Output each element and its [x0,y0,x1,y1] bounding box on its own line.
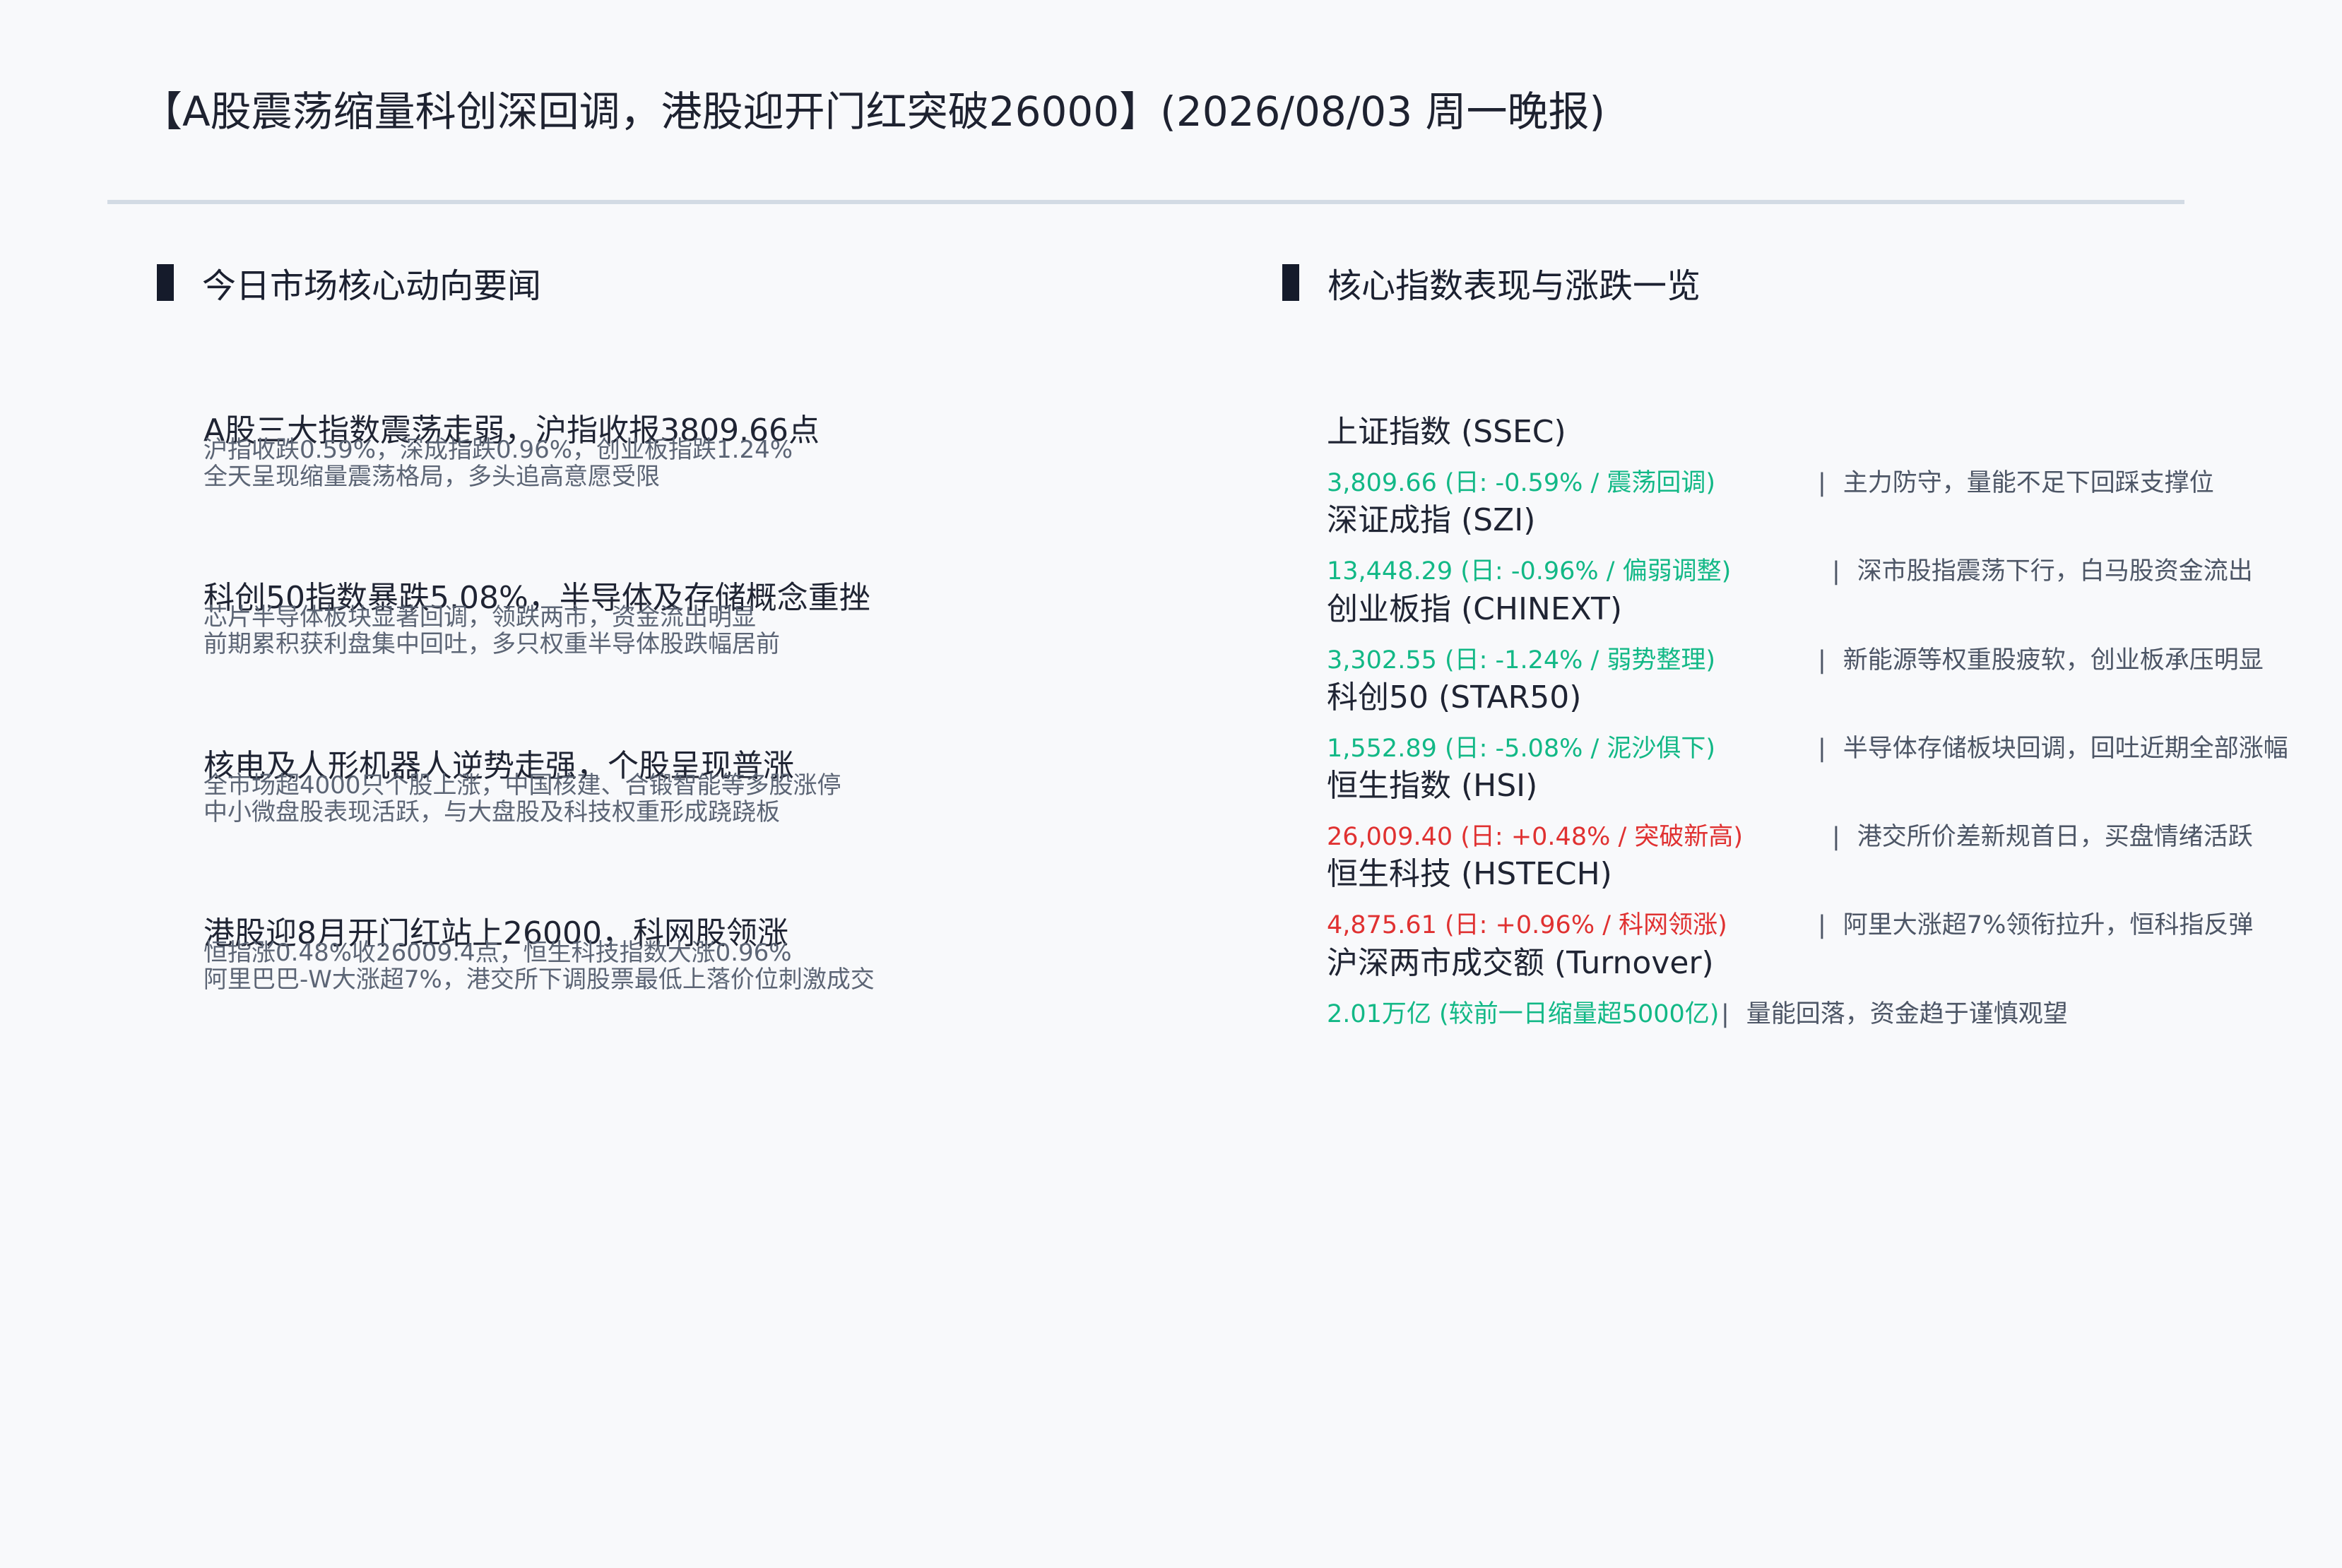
index-note: 阿里大涨超7%领衔拉升，恒科指反弹 [1843,911,2254,939]
separator: | [1818,469,1826,497]
index-note: 半导体存储板块回调，回吐近期全部涨幅 [1843,735,2288,763]
index-value: 13,448.29 (日: -0.96% / 偏弱调整) [1327,557,1732,586]
index-comment: | 阿里大涨超7%领衔拉升，恒科指反弹 [1818,908,2253,942]
index-comment: | 深市股指震荡下行，白马股资金流出 [1832,554,2253,588]
separator: | [1721,1000,1729,1028]
index-name: 上证指数 (SSEC) [1327,414,1566,450]
index-comment: | 港交所价差新规首日，买盘情绪活跃 [1832,820,2253,854]
indices-section-title: 核心指数表现与涨跌一览 [1327,266,1701,306]
news-detail: 中小微盘股表现活跃，与大盘股及科技权重形成跷跷板 [203,798,780,826]
separator: | [1832,557,1840,586]
index-note: 新能源等权重股疲软，创业板承压明显 [1843,646,2264,675]
indices-section-header: 核心指数表现与涨跌一览 [1282,261,1701,306]
index-note: 量能回落，资金趋于谨慎观望 [1746,1000,2068,1028]
index-value: 2.01万亿 (较前一日缩量超5000亿) [1327,1000,1720,1028]
news-section-header: 今日市场核心动向要闻 [157,261,542,306]
index-comment: | 主力防守，量能不足下回踩支撑位 [1818,466,2214,500]
news-detail: 全天呈现缩量震荡格局，多头追高意愿受限 [203,463,660,491]
index-name: 科创50 (STAR50) [1327,679,1582,715]
separator: | [1818,646,1826,675]
separator: | [1832,823,1840,851]
separator: | [1818,735,1826,763]
separator: | [1818,911,1826,939]
index-note: 主力防守，量能不足下回踩支撑位 [1843,469,2214,497]
section-bar-marker [1282,264,1299,301]
index-name: 沪深两市成交额 (Turnover) [1327,945,1714,981]
index-value: 4,875.61 (日: +0.96% / 科网领涨) [1327,911,1727,939]
index-name: 恒生指数 (HSI) [1327,768,1538,804]
section-bar-marker [157,264,174,301]
index-comment: | 半导体存储板块回调，回吐近期全部涨幅 [1818,732,2288,766]
news-section-title: 今日市场核心动向要闻 [202,266,542,306]
title-divider [107,200,2184,204]
index-comment: | 量能回落，资金趋于谨慎观望 [1721,997,2068,1031]
index-value: 1,552.89 (日: -5.08% / 泥沙俱下) [1327,735,1716,763]
index-note: 港交所价差新规首日，买盘情绪活跃 [1857,823,2253,851]
index-name: 恒生科技 (HSTECH) [1327,856,1612,892]
index-name: 深证成指 (SZI) [1327,502,1536,538]
index-value: 3,809.66 (日: -0.59% / 震荡回调) [1327,469,1716,497]
index-note: 深市股指震荡下行，白马股资金流出 [1857,557,2253,586]
index-name: 创业板指 (CHINEXT) [1327,591,1623,627]
news-detail: 阿里巴巴-W大涨超7%，港交所下调股票最低上落价位刺激成交 [203,966,875,994]
page-title: 【A股震荡缩量科创深回调，港股迎开门红突破26000】(2026/08/03 周… [141,88,1606,136]
news-detail: 前期累积获利盘集中回吐，多只权重半导体股跌幅居前 [203,630,780,658]
index-value: 26,009.40 (日: +0.48% / 突破新高) [1327,823,1744,851]
index-value: 3,302.55 (日: -1.24% / 弱势整理) [1327,646,1716,675]
index-comment: | 新能源等权重股疲软，创业板承压明显 [1818,643,2264,677]
